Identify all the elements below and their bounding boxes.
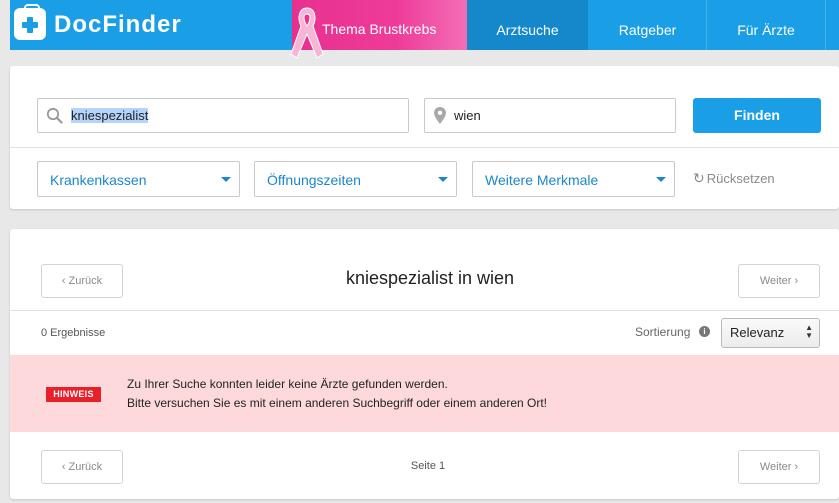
pink-ribbon-icon <box>290 7 324 59</box>
reset-icon: ↻ <box>693 170 705 186</box>
search-input[interactable]: kniespezialist <box>37 98 409 133</box>
reset-label: Rücksetzen <box>706 171 775 186</box>
select-arrows-icon: ▲ ▼ <box>805 323 813 340</box>
sort-label: Sortierung <box>635 325 691 339</box>
nav-item-ratgeber[interactable]: Ratgeber <box>589 0 706 50</box>
nav-item-label: Für Ärzte <box>737 22 795 38</box>
reset-button[interactable]: ↻ Rücksetzen <box>693 170 775 187</box>
filter-weitere-merkmale[interactable]: Weitere Merkmale <box>472 161 675 197</box>
next-label: Weiter <box>759 461 792 473</box>
nav-item-arztsuche[interactable]: Arztsuche <box>467 0 588 50</box>
nav-item-fuer-aerzte[interactable]: Für Ärzte <box>707 0 825 50</box>
result-count: 0 Ergebnisse <box>41 327 106 339</box>
prev-label: Zurück <box>68 275 103 287</box>
notice-line-2: Bitte versuchen Sie es mit einem anderen… <box>127 396 548 410</box>
page-indicator: Seite 1 <box>410 460 446 472</box>
chevron-left-icon: ‹ <box>61 275 69 287</box>
next-button-bottom[interactable]: Weiter › <box>738 450 820 484</box>
nav-item-label: Ratgeber <box>618 22 677 38</box>
search-icon <box>46 107 63 124</box>
location-input[interactable]: wien <box>424 98 676 133</box>
filter-label: Öffnungszeiten <box>267 172 361 188</box>
notice-badge: HINWEIS <box>46 387 101 402</box>
chevron-right-icon: › <box>791 275 799 287</box>
divider <box>10 310 839 311</box>
filter-label: Krankenkassen <box>50 172 147 188</box>
results-heading: kniespezialist in wien <box>345 268 515 288</box>
next-label: Weiter <box>759 275 792 287</box>
notice-line-1: Zu Ihrer Suche konnten leider keine Ärzt… <box>127 377 448 391</box>
sort-value: Relevanz <box>730 325 785 340</box>
notice-banner <box>10 355 839 432</box>
location-text: wien <box>454 108 481 123</box>
caret-down-icon <box>656 177 666 182</box>
docfinder-logo-icon[interactable] <box>14 4 46 40</box>
caret-down-icon <box>221 177 231 182</box>
brand-name[interactable]: DocFinder <box>54 8 182 42</box>
prev-button-bottom[interactable]: ‹ Zurück <box>41 450 123 484</box>
filter-oeffnungszeiten[interactable]: Öffnungszeiten <box>254 161 457 197</box>
filter-krankenkassen[interactable]: Krankenkassen <box>37 161 240 197</box>
nav-divider <box>825 0 826 50</box>
filter-label: Weitere Merkmale <box>485 172 599 188</box>
search-query-text: kniespezialist <box>71 108 149 123</box>
next-button-top[interactable]: Weiter › <box>738 264 820 298</box>
info-icon[interactable]: i <box>699 326 710 337</box>
sort-select[interactable]: Relevanz ▲ ▼ <box>721 318 820 348</box>
chevron-right-icon: › <box>791 461 799 473</box>
location-pin-icon <box>434 107 446 124</box>
find-button[interactable]: Finden <box>693 98 821 133</box>
prev-button-top[interactable]: ‹ Zurück <box>41 264 123 298</box>
nav-item-label: Thema Brustkrebs <box>322 21 437 37</box>
nav-item-label: Arztsuche <box>496 22 559 38</box>
chevron-left-icon: ‹ <box>61 461 69 473</box>
divider <box>10 147 839 148</box>
prev-label: Zurück <box>68 461 103 473</box>
caret-down-icon <box>438 177 448 182</box>
